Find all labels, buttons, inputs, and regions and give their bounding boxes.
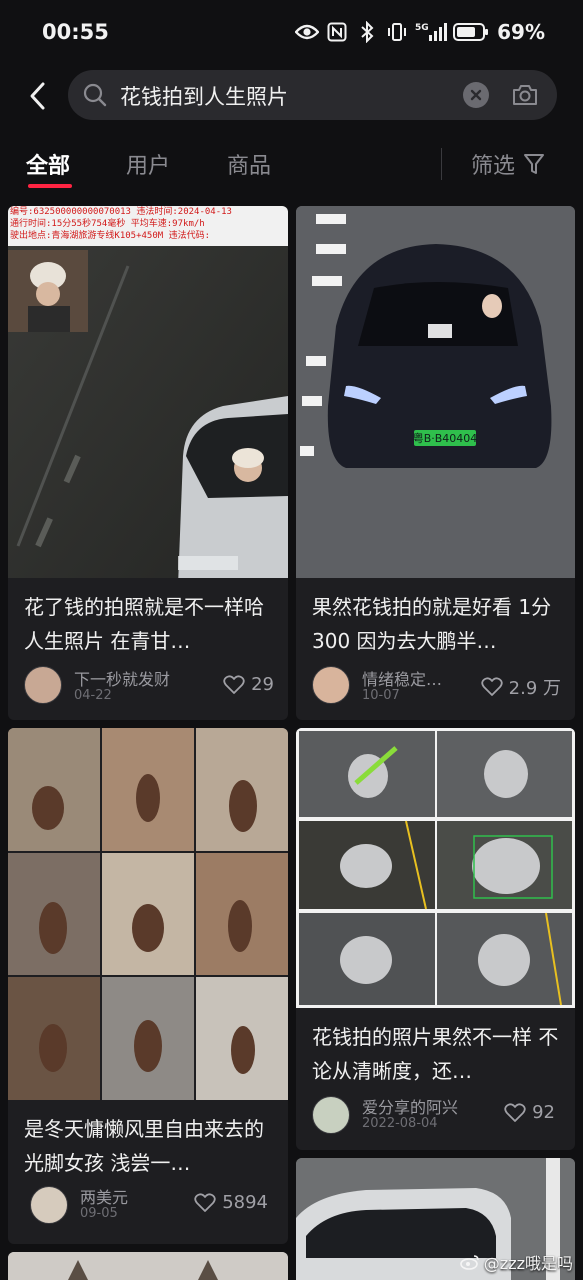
vibrate-icon xyxy=(385,20,409,44)
heart-icon xyxy=(504,1102,526,1122)
status-icons: 5G 69% xyxy=(295,20,545,44)
search-tabs: 全部 用户 商品 筛选 xyxy=(0,140,583,196)
weibo-watermark: @zzz哦是吗 xyxy=(459,1250,573,1274)
tab-divider xyxy=(441,148,442,180)
heart-icon xyxy=(194,1192,216,1212)
search-bar[interactable]: 花钱拍到人生照片 xyxy=(68,70,557,120)
bluetooth-icon xyxy=(355,20,379,44)
battery-percent: 69% xyxy=(497,20,545,44)
avatar xyxy=(30,1186,68,1224)
card-title: 花钱拍的照片果然不一样 不论从清晰度，还… xyxy=(312,1025,559,1083)
like-button[interactable]: 5894 xyxy=(194,1192,268,1213)
search-icon xyxy=(83,83,107,107)
tab-all[interactable]: 全部 xyxy=(26,148,70,180)
card-author: 下一秒就发财 xyxy=(74,670,171,689)
status-bar: 00:55 5G 69% xyxy=(0,0,583,64)
camera-icon xyxy=(513,85,537,105)
filter-button[interactable]: 筛选 xyxy=(471,148,545,180)
status-time: 00:55 xyxy=(42,20,109,44)
battery-icon xyxy=(453,20,489,44)
license-plate-text: 粤B·B40404 xyxy=(413,431,478,445)
tab-products[interactable]: 商品 xyxy=(227,148,271,180)
feed-card[interactable]: 是冬天慵懒风里自由来去的光脚女孩 浅尝一… 两美元 09-05 5894 xyxy=(8,728,288,1244)
card-author: 情绪稳定… xyxy=(362,670,443,689)
avatar xyxy=(312,1096,350,1134)
card-title: 花了钱的拍照就是不一样哈 人生照片 在青甘… xyxy=(24,595,264,653)
card-date: 09-05 xyxy=(80,1206,118,1221)
nfc-icon xyxy=(325,20,349,44)
heart-icon xyxy=(480,677,503,696)
card-date: 2022-08-04 xyxy=(362,1116,438,1131)
like-button[interactable]: 29 xyxy=(223,674,274,695)
card-image: 粤B·B40404 xyxy=(296,206,575,578)
watermark-text: @zzz哦是吗 xyxy=(483,1254,573,1273)
search-input[interactable]: 花钱拍到人生照片 xyxy=(120,81,288,111)
like-count: 2.9 万 xyxy=(508,678,561,699)
card-author: 两美元 xyxy=(80,1188,129,1207)
active-tab-indicator xyxy=(28,184,72,188)
like-button[interactable]: 2.9 万 xyxy=(480,674,561,700)
svg-text:5G: 5G xyxy=(415,23,429,33)
feed-card[interactable]: 花钱拍的照片果然不一样 不论从清晰度，还… 爱分享的阿兴 2022-08-04 … xyxy=(296,728,575,1150)
avatar xyxy=(24,666,62,704)
card-author: 爱分享的阿兴 xyxy=(362,1098,459,1117)
card-image xyxy=(296,728,575,1008)
feed-card[interactable] xyxy=(8,1252,288,1280)
back-button[interactable] xyxy=(18,72,58,120)
card-image: 编号:632500000000070013 违法时间:2024-04-13 通行… xyxy=(8,206,288,578)
eye-icon xyxy=(295,20,320,44)
card-image xyxy=(8,1252,288,1280)
weibo-icon xyxy=(459,1255,479,1270)
close-icon xyxy=(470,89,482,101)
filter-label: 筛选 xyxy=(471,154,516,179)
avatar xyxy=(312,666,350,704)
chevron-left-icon xyxy=(30,82,45,110)
traffic-camera-overlay-text: 编号:632500000000070013 违法时间:2024-04-13 通行… xyxy=(10,207,232,241)
like-count: 92 xyxy=(532,1102,555,1123)
card-title: 是冬天慵懒风里自由来去的光脚女孩 浅尝一… xyxy=(24,1117,264,1175)
like-count: 5894 xyxy=(222,1192,268,1213)
like-count: 29 xyxy=(251,674,274,695)
like-button[interactable]: 92 xyxy=(504,1102,555,1123)
card-date: 04-22 xyxy=(74,688,112,703)
feed-card[interactable]: 编号:632500000000070013 违法时间:2024-04-13 通行… xyxy=(8,206,288,720)
signal-5g-icon: 5G xyxy=(415,20,448,44)
funnel-icon xyxy=(524,154,545,174)
clear-search-button[interactable] xyxy=(463,82,489,108)
card-image xyxy=(8,728,288,1100)
tab-users[interactable]: 用户 xyxy=(126,148,170,180)
heart-icon xyxy=(223,674,245,694)
feed-card[interactable]: 粤B·B40404 果然花钱拍的就是好看 1分300 因为去大鹏半… 情绪稳定…… xyxy=(296,206,575,720)
card-date: 10-07 xyxy=(362,688,400,703)
card-title: 果然花钱拍的就是好看 1分300 因为去大鹏半… xyxy=(312,595,552,653)
camera-search-button[interactable] xyxy=(511,81,539,113)
